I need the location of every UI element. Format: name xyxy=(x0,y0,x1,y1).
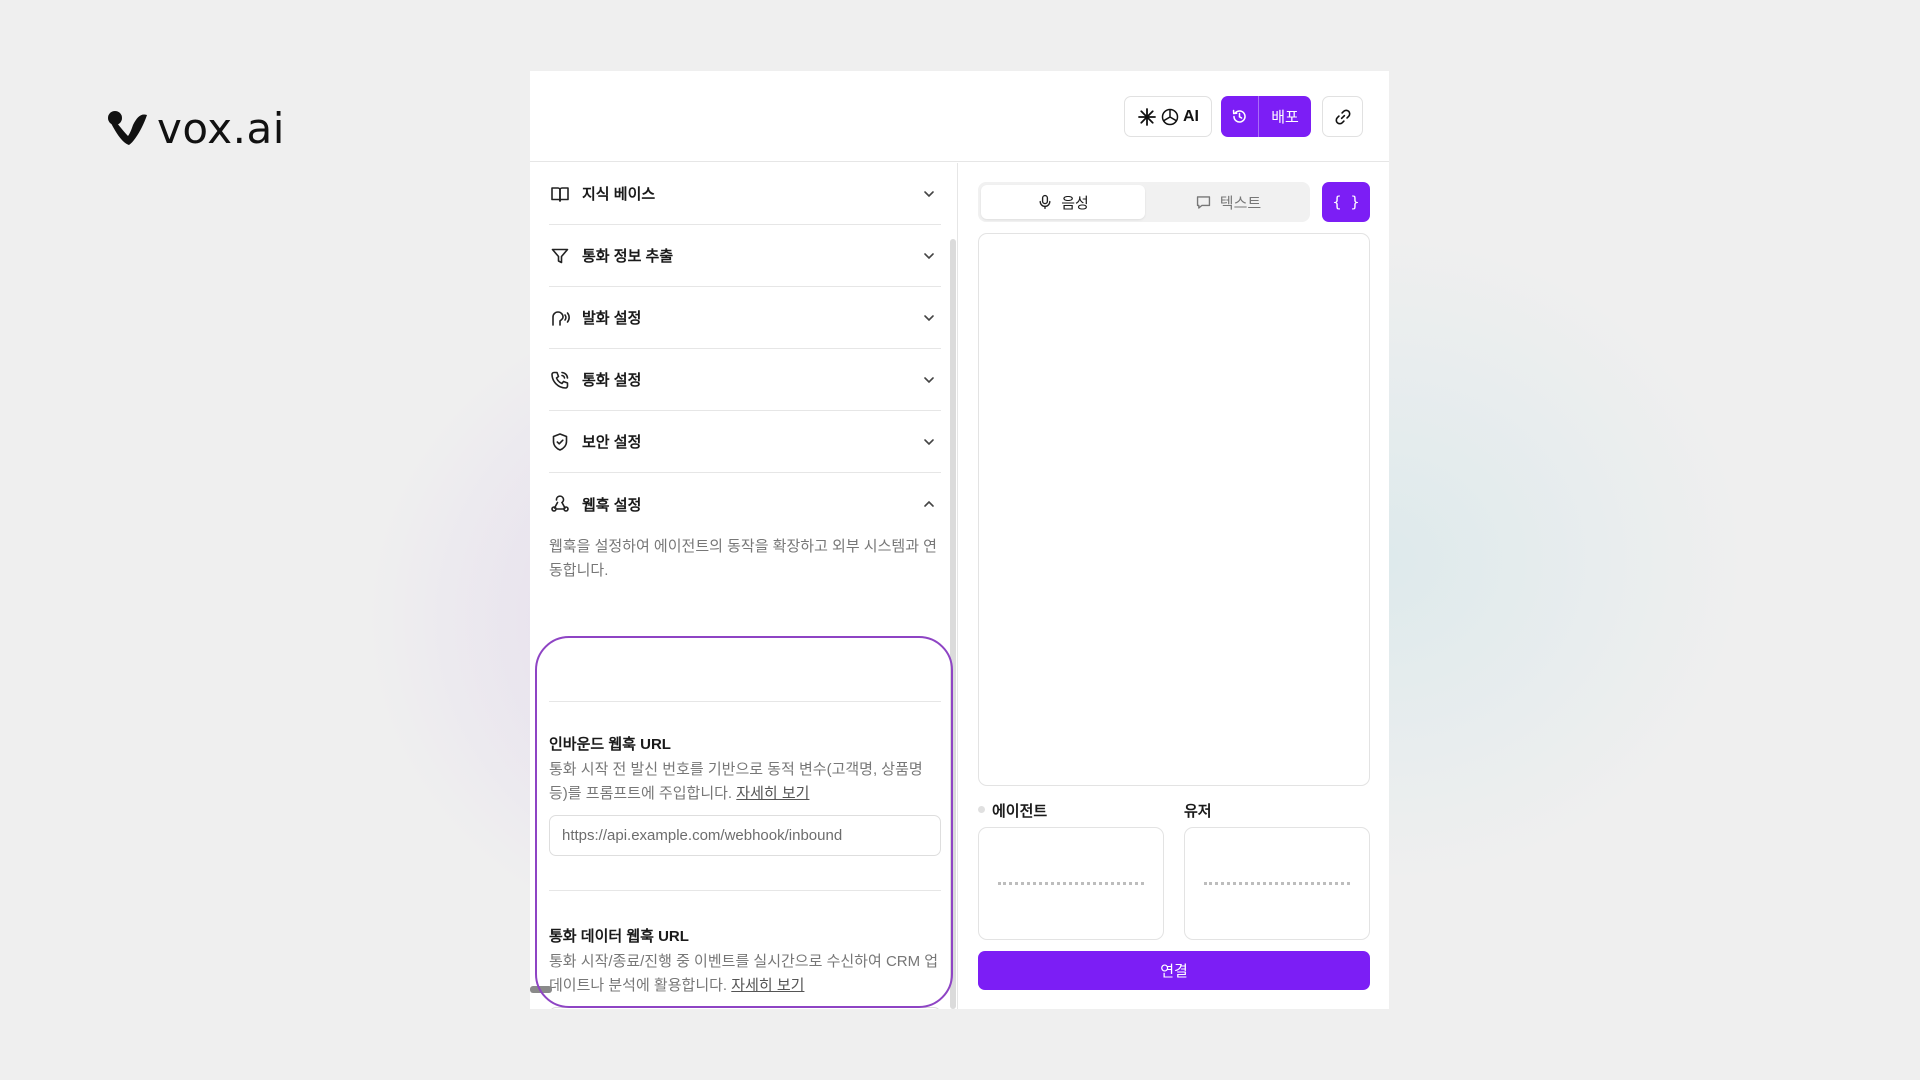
call-data-webhook-description: 통화 시작/종료/진행 중 이벤트를 실시간으로 수신하여 CRM 업데이트나 … xyxy=(549,953,939,994)
accordion-speech-settings[interactable]: 발화 설정 xyxy=(549,287,941,349)
accordion-label: 웹훅 설정 xyxy=(582,496,642,514)
filter-icon xyxy=(549,245,571,267)
inbound-learn-more-link[interactable]: 자세히 보기 xyxy=(736,785,809,802)
conversation-area xyxy=(978,233,1370,786)
user-audio-visualizer xyxy=(1184,827,1370,940)
history-icon xyxy=(1232,109,1246,123)
resize-handle[interactable] xyxy=(530,986,552,993)
call-data-webhook-url-input[interactable] xyxy=(549,1007,941,1009)
test-column: 음성 텍스트 { } 에이전트 유저 연결 xyxy=(959,163,1389,1009)
brand-name: vox.ai xyxy=(157,104,285,153)
accordion-call-info-extraction[interactable]: 통화 정보 추출 xyxy=(549,225,941,287)
accordion-label: 보안 설정 xyxy=(582,434,642,451)
waveform-placeholder xyxy=(1204,882,1350,885)
scrollbar-thumb[interactable] xyxy=(950,239,956,1009)
top-toolbar: AI 배포 xyxy=(530,71,1389,162)
call-data-learn-more-link[interactable]: 자세히 보기 xyxy=(731,977,804,994)
accordion-security-settings[interactable]: 보안 설정 xyxy=(549,411,941,473)
chevron-down-icon xyxy=(924,314,934,321)
agent-audio-visualizer xyxy=(978,827,1164,940)
chevron-down-icon xyxy=(924,438,934,445)
vox-logo-icon xyxy=(108,110,147,145)
chevron-down-icon xyxy=(924,252,934,259)
openai-icon xyxy=(1161,108,1179,125)
speech-icon xyxy=(549,307,571,329)
accordion-call-settings[interactable]: 통화 설정 xyxy=(549,349,941,411)
settings-column: 지식 베이스 통화 정보 추출 발화 설정 통화 설정 보안 설정 웹훅 설정 … xyxy=(530,163,958,1009)
book-icon xyxy=(549,183,571,205)
accordion-label: 발화 설정 xyxy=(582,310,642,327)
microphone-icon xyxy=(1039,194,1051,210)
webhook-description: 웹훅을 설정하여 에이전트의 동작을 확장하고 외부 시스템과 연동합니다. xyxy=(549,538,937,579)
user-label: 유저 xyxy=(1184,803,1212,820)
chevron-down-icon xyxy=(924,376,934,383)
json-view-button[interactable]: { } xyxy=(1322,182,1370,222)
shield-icon xyxy=(549,431,571,453)
tab-voice[interactable]: 음성 xyxy=(981,185,1145,219)
agent-label: 에이전트 xyxy=(992,803,1048,820)
brand-logo: vox.ai xyxy=(107,104,285,153)
link-icon xyxy=(1335,109,1350,124)
phone-icon xyxy=(549,369,571,391)
accordion-webhook-settings[interactable]: 웹훅 설정 xyxy=(549,473,941,535)
divider xyxy=(549,701,941,702)
accordion-label: 지식 베이스 xyxy=(582,186,656,203)
tab-text[interactable]: 텍스트 xyxy=(1148,185,1308,219)
deploy-button-group: 배포 xyxy=(1221,96,1311,137)
deploy-button[interactable]: 배포 xyxy=(1259,96,1311,137)
chevron-up-icon xyxy=(924,500,934,507)
mode-toggle: 음성 텍스트 xyxy=(978,182,1310,222)
waveform-placeholder xyxy=(998,882,1144,885)
accordion-label: 통화 정보 추출 xyxy=(582,248,674,265)
chat-icon xyxy=(1196,195,1210,209)
inbound-webhook-title: 인바운드 웹훅 URL xyxy=(549,736,671,753)
agent-status-dot xyxy=(978,806,985,813)
chevron-down-icon xyxy=(924,190,934,197)
inbound-webhook-url-input[interactable] xyxy=(549,815,941,856)
share-link-button[interactable] xyxy=(1322,96,1363,137)
connect-button[interactable]: 연결 xyxy=(978,951,1370,990)
ai-label: AI xyxy=(1183,107,1199,125)
inbound-webhook-description: 통화 시작 전 발신 번호를 기반으로 동적 변수(고객명, 상품명 등)를 프… xyxy=(549,761,923,802)
agent-editor-panel: AI 배포 지식 베이스 통화 정보 추출 발화 설정 통화 설정 보안 설정 … xyxy=(530,71,1389,1009)
accordion-label: 통화 설정 xyxy=(582,372,642,389)
divider xyxy=(549,890,941,891)
ai-model-button[interactable]: AI xyxy=(1124,96,1212,137)
webhook-icon xyxy=(549,493,571,515)
call-data-webhook-title: 통화 데이터 웹훅 URL xyxy=(549,928,689,945)
version-history-button[interactable] xyxy=(1221,96,1259,137)
accordion-knowledge-base[interactable]: 지식 베이스 xyxy=(549,163,941,225)
sparkle-icon xyxy=(1138,107,1156,126)
tab-text-label: 텍스트 xyxy=(1219,194,1262,212)
tab-voice-label: 음성 xyxy=(1061,194,1089,212)
